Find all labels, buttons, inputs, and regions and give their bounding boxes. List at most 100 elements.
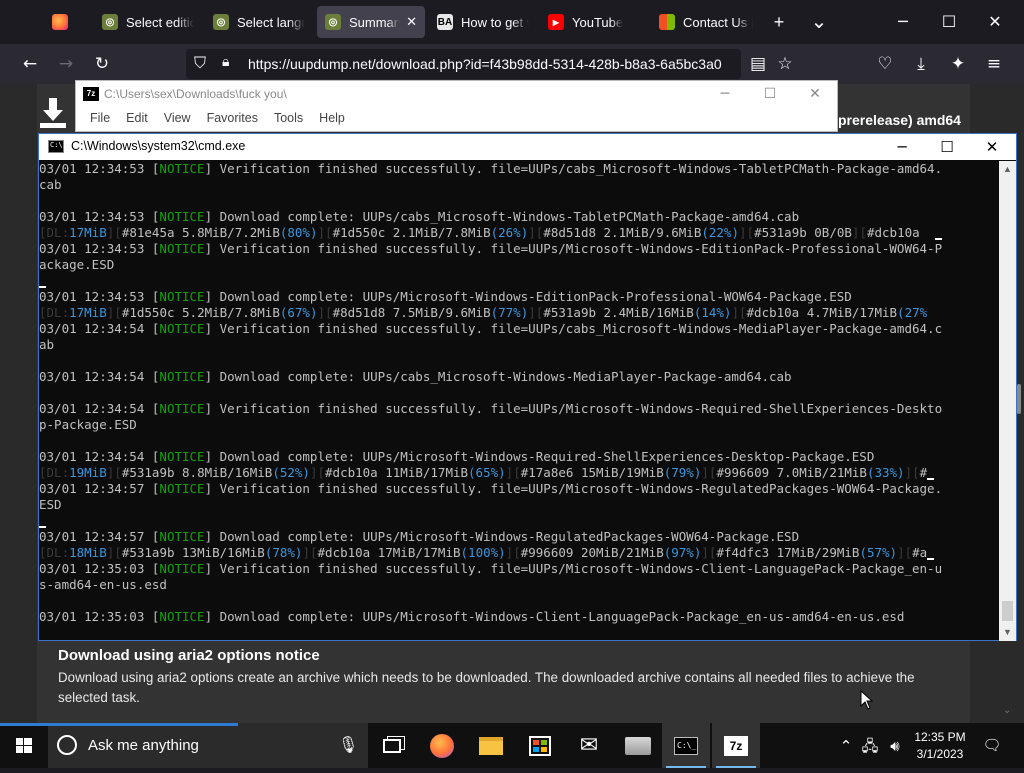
scroll-down-icon[interactable]: ▼ xyxy=(999,624,1016,641)
tab-youtube[interactable]: ▶ YouTube xyxy=(540,6,648,38)
console-segment: (52%) xyxy=(272,465,310,480)
shield-icon[interactable]: ⛉ xyxy=(194,53,206,73)
console-segment: ] Verification finished successfully. fi… xyxy=(204,401,943,416)
console-line: 03/01 12:34:53 [NOTICE] Verification fin… xyxy=(39,241,999,257)
console-segment: NOTICE xyxy=(159,289,205,304)
taskbar-installer[interactable] xyxy=(614,723,662,768)
console-segment: ][ xyxy=(106,465,122,480)
browser-maximize-button[interactable]: ☐ xyxy=(926,0,972,44)
menu-help[interactable]: Help xyxy=(311,111,353,125)
bookmark-star-icon[interactable]: ☆ xyxy=(769,48,801,80)
cmd-maximize-button[interactable]: ☐ xyxy=(924,134,970,160)
menu-file[interactable]: File xyxy=(82,111,118,125)
menu-edit[interactable]: Edit xyxy=(118,111,156,125)
url-bar[interactable]: ⛉ 🔒︎ https://uupdump.net/download.php?id… xyxy=(186,49,741,79)
network-icon[interactable]: 🖧︎ xyxy=(858,735,882,757)
console-segment: ] Verification finished successfully. fi… xyxy=(204,321,943,336)
back-icon[interactable]: ← xyxy=(14,48,46,80)
tab-firefox-view[interactable] xyxy=(44,6,88,38)
menu-tools[interactable]: Tools xyxy=(266,111,311,125)
taskbar-file-explorer[interactable] xyxy=(467,723,515,768)
console-segment: ][ xyxy=(904,465,920,480)
tab-select-edition[interactable]: ◎ Select editio xyxy=(94,6,202,38)
menu-view[interactable]: View xyxy=(156,111,199,125)
notice-title: Download using aria2 options notice xyxy=(58,647,320,664)
console-segment: ] Download complete: UUPs/Microsoft-Wind… xyxy=(204,529,800,544)
lock-icon[interactable]: 🔒︎ xyxy=(222,54,229,70)
notifications-icon[interactable]: 🗨︎ xyxy=(980,734,1004,756)
console-line: [DL:19MiB][#531a9b 8.8MiB/16MiB(52%)][#d… xyxy=(39,465,999,481)
console-segment: #dcb10a 4.7MiB/17MiB xyxy=(746,305,898,320)
console-segment: #8d51d8 7.5MiB/9.6MiB xyxy=(332,305,491,320)
extensions-icon[interactable]: ✦ xyxy=(942,48,974,80)
taskbar-cmd[interactable]: C:\_ xyxy=(662,723,710,768)
taskbar-store[interactable] xyxy=(516,723,564,768)
cmd-titlebar[interactable]: C:\Windows\system32\cmd.exe ─ ☐ ✕ xyxy=(39,134,1016,160)
cmd-scrollbar[interactable]: ▲ ▼ xyxy=(999,161,1016,641)
console-output[interactable]: 03/01 12:34:53 [NOTICE] Verification fin… xyxy=(39,161,999,641)
browser-minimize-button[interactable]: ─ xyxy=(880,0,926,44)
console-segment: ][ xyxy=(317,225,333,240)
microphone-icon[interactable]: 🎙︎ xyxy=(338,735,358,754)
tab-how-to-get[interactable]: BA How to get w xyxy=(429,6,537,38)
7zip-minimize-button[interactable]: ─ xyxy=(702,81,748,107)
menu-favorites[interactable]: Favorites xyxy=(199,111,266,125)
scroll-thumb[interactable] xyxy=(1002,601,1013,621)
console-segment: ][ xyxy=(505,465,521,480)
taskbar-mail[interactable]: ✉ xyxy=(565,723,613,768)
console-segment: NOTICE xyxy=(159,449,205,464)
console-segment: 03/01 12:35:03 [ xyxy=(39,561,160,576)
downloads-icon[interactable]: ⤓ xyxy=(905,48,937,80)
cmd-minimize-button[interactable]: ─ xyxy=(879,134,925,160)
console-segment: NOTICE xyxy=(159,209,205,224)
forward-icon[interactable]: → xyxy=(50,48,82,80)
tab-contact-us[interactable]: Contact Us | xyxy=(651,6,761,38)
reload-icon[interactable]: ↻ xyxy=(86,48,118,80)
console-segment: ackage.ESD xyxy=(39,257,115,272)
start-button[interactable] xyxy=(0,723,48,768)
console-segment: [ xyxy=(39,465,47,480)
close-tab-icon[interactable]: ✕ xyxy=(406,14,417,30)
7zip-close-button[interactable]: ✕ xyxy=(792,81,838,107)
tab-summary[interactable]: ◎ Summary ✕ xyxy=(317,6,425,38)
console-line: 03/01 12:34:57 [NOTICE] Download complet… xyxy=(39,529,999,545)
console-segment: DL: xyxy=(46,305,70,320)
page-scroll-down-icon[interactable]: ⌄ xyxy=(1003,705,1011,716)
console-line: [DL:18MiB][#531a9b 13MiB/16MiB(78%)][#dc… xyxy=(39,545,999,561)
clock[interactable]: 12:35 PM 3/1/2023 xyxy=(898,729,982,763)
taskbar-firefox[interactable] xyxy=(418,723,466,768)
console-line: ab xyxy=(39,337,999,353)
task-view-icon xyxy=(383,738,401,753)
taskbar-7zip[interactable]: 7z xyxy=(712,723,760,768)
console-segment: (27% xyxy=(897,305,928,320)
console-segment: ][ xyxy=(739,225,755,240)
pocket-icon[interactable]: ♡ xyxy=(869,48,901,80)
cmd-close-button[interactable]: ✕ xyxy=(969,134,1015,160)
console-line: 03/01 12:34:53 [NOTICE] Verification fin… xyxy=(39,161,999,177)
console-segment: #996609 20MiB/21MiB xyxy=(520,545,664,560)
console-segment: ][ xyxy=(106,305,122,320)
cortana-search-box[interactable]: Ask me anything 🎙︎ xyxy=(48,723,368,768)
console-cursor xyxy=(927,478,935,480)
console-segment: 03/01 12:34:54 [ xyxy=(39,449,160,464)
console-segment: DL: xyxy=(46,225,70,240)
menu-icon[interactable]: ≡ xyxy=(978,48,1010,80)
cmd-window: C:\Windows\system32\cmd.exe ─ ☐ ✕ 03/01 … xyxy=(38,133,1017,641)
browser-tab-strip: ◎ Select editio ◎ Select langu ◎ Summary… xyxy=(0,0,1024,44)
list-all-tabs-button[interactable]: ⌄ xyxy=(803,6,835,38)
task-view-button[interactable] xyxy=(368,723,416,768)
console-segment: ][ xyxy=(701,465,717,480)
console-segment: #dcb10a 17MiB/17MiB xyxy=(317,545,461,560)
console-line: 03/01 12:34:53 [NOTICE] Download complet… xyxy=(39,209,999,225)
tab-title: Select editio xyxy=(126,14,194,30)
scroll-up-icon[interactable]: ▲ xyxy=(999,161,1016,178)
download-icon xyxy=(40,98,66,128)
tab-select-language[interactable]: ◎ Select langu xyxy=(205,6,313,38)
7zip-maximize-button[interactable]: ☐ xyxy=(747,81,793,107)
show-hidden-icons-icon[interactable]: ⌃ xyxy=(834,735,858,757)
new-tab-button[interactable]: + xyxy=(763,6,795,38)
browser-close-button[interactable]: ✕ xyxy=(972,0,1018,44)
console-segment: ][ xyxy=(897,545,913,560)
tab-title: Contact Us | xyxy=(683,14,753,30)
